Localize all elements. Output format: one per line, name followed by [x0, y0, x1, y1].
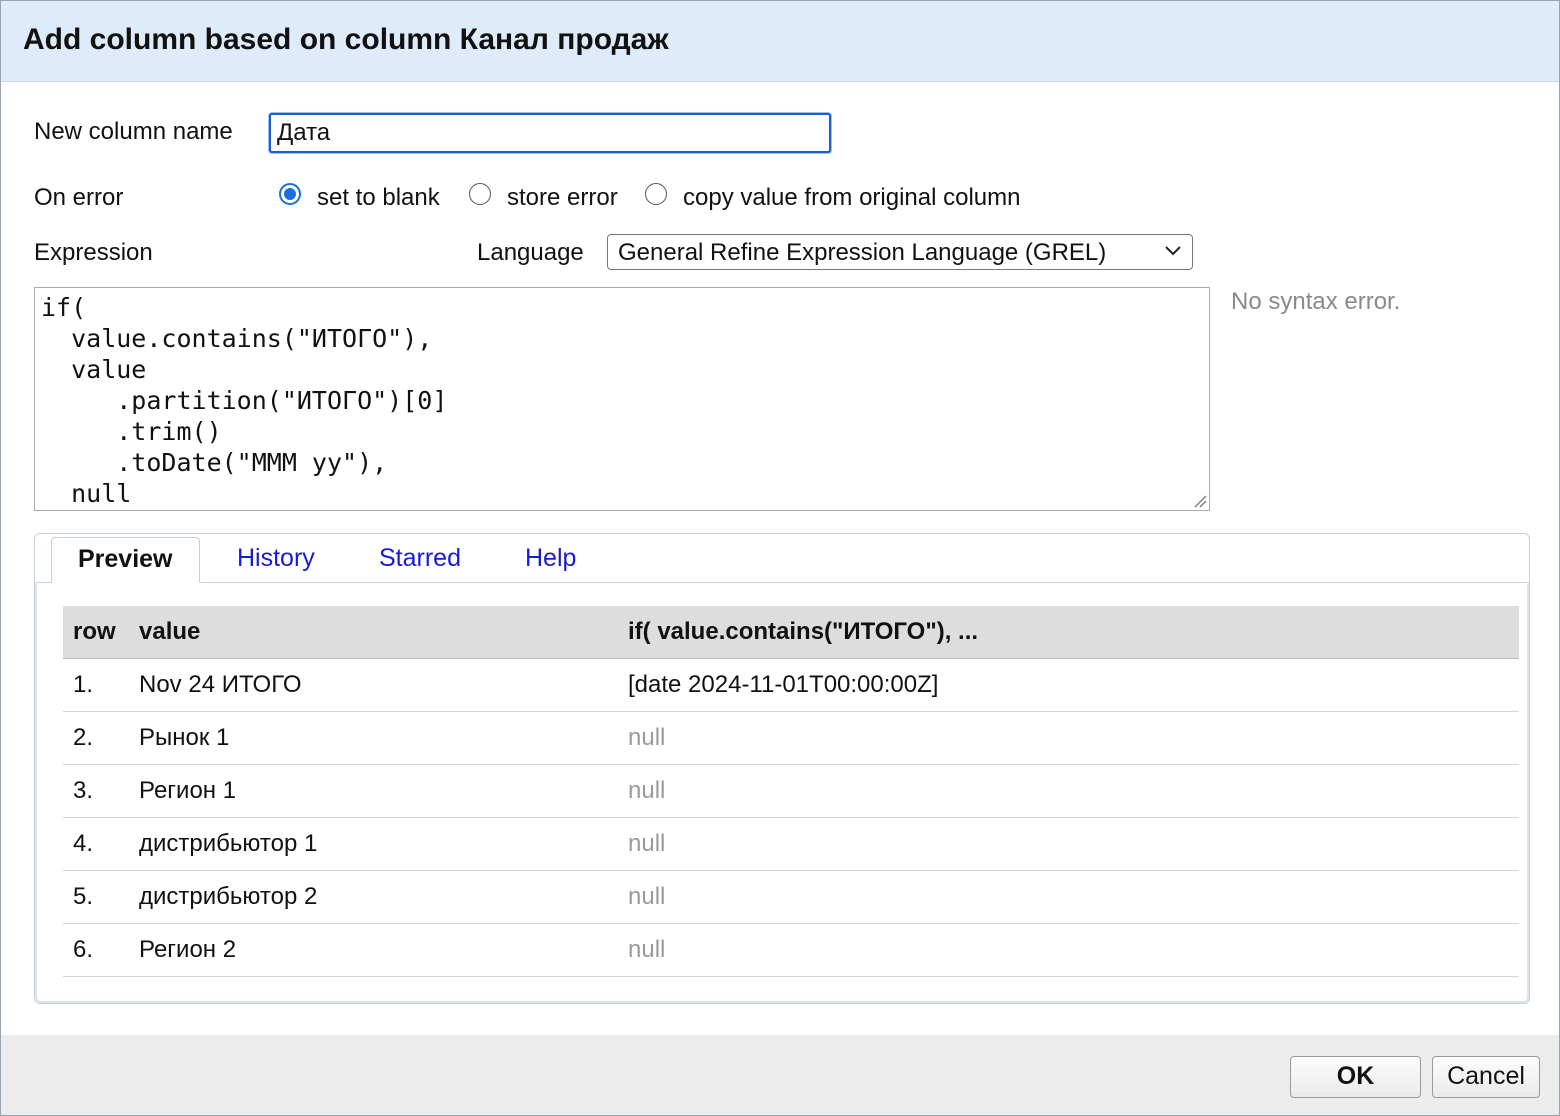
row-result: null: [618, 870, 1519, 924]
row-number: 2.: [63, 711, 129, 765]
tab-strip: Preview History Starred Help: [35, 534, 1529, 583]
expression-label: Expression: [34, 239, 153, 266]
preview-table: row value if( value.contains("ИТОГО"), .…: [63, 606, 1519, 977]
on-error-label: On error: [34, 184, 124, 211]
ok-button[interactable]: OK: [1290, 1056, 1421, 1098]
row-value: Регион 1: [129, 764, 618, 818]
resize-handle-icon[interactable]: [1191, 492, 1207, 508]
chevron-down-icon: [1165, 246, 1181, 256]
row-value: Рынок 1: [129, 711, 618, 765]
add-column-dialog: Add column based on column Канал продаж …: [0, 0, 1560, 1116]
language-select[interactable]: General Refine Expression Language (GREL…: [607, 234, 1193, 270]
table-row: 2. Рынок 1 null: [63, 711, 1519, 765]
new-column-name-input[interactable]: [269, 113, 831, 153]
preview-tab-body: row value if( value.contains("ИТОГО"), .…: [35, 582, 1529, 1003]
language-selected-value: General Refine Expression Language (GREL…: [618, 239, 1107, 266]
dialog-title-bar[interactable]: Add column based on column Канал продаж: [1, 1, 1559, 82]
expression-textarea[interactable]: if( value.contains("ИТОГО"), value .part…: [34, 287, 1210, 511]
row-result: null: [618, 711, 1519, 765]
column-header-value: value: [129, 606, 618, 659]
cancel-button[interactable]: Cancel: [1432, 1056, 1540, 1098]
on-error-set-to-blank-label[interactable]: set to blank: [317, 184, 440, 212]
on-error-copy-value-radio[interactable]: [645, 183, 667, 205]
expression-code: if( value.contains("ИТОГО"), value .part…: [41, 293, 448, 508]
row-result: null: [618, 764, 1519, 818]
table-row: 1. Nov 24 ИТОГО [date 2024-11-01T00:00:0…: [63, 658, 1519, 712]
row-value: дистрибьютор 1: [129, 817, 618, 871]
row-number: 1.: [63, 658, 129, 712]
row-value: Регион 2: [129, 923, 618, 977]
tab-history[interactable]: History: [237, 544, 315, 573]
tab-starred[interactable]: Starred: [379, 544, 461, 573]
table-header-row: row value if( value.contains("ИТОГО"), .…: [63, 606, 1519, 659]
table-row: 4. дистрибьютор 1 null: [63, 817, 1519, 871]
table-row: 5. дистрибьютор 2 null: [63, 870, 1519, 924]
dialog-footer: OK Cancel: [1, 1035, 1559, 1115]
row-value: Nov 24 ИТОГО: [129, 658, 618, 712]
on-error-copy-value-label[interactable]: copy value from original column: [683, 184, 1021, 212]
table-row: 3. Регион 1 null: [63, 764, 1519, 818]
row-number: 4.: [63, 817, 129, 871]
row-value: дистрибьютор 2: [129, 870, 618, 924]
row-number: 6.: [63, 923, 129, 977]
dialog-title: Add column based on column Канал продаж: [23, 23, 669, 56]
syntax-status: No syntax error.: [1231, 288, 1401, 315]
row-result: null: [618, 817, 1519, 871]
on-error-set-to-blank-radio[interactable]: [279, 183, 301, 205]
on-error-store-error-label[interactable]: store error: [507, 184, 618, 212]
row-number: 5.: [63, 870, 129, 924]
new-column-name-label: New column name: [34, 118, 233, 145]
preview-tabs-panel: Preview History Starred Help row value i…: [34, 533, 1530, 1004]
on-error-store-error-radio[interactable]: [469, 183, 491, 205]
row-result: null: [618, 923, 1519, 977]
table-row: 6. Регион 2 null: [63, 923, 1519, 977]
column-header-row: row: [63, 606, 129, 659]
tab-preview[interactable]: Preview: [51, 537, 200, 583]
tab-help[interactable]: Help: [525, 544, 576, 573]
row-result: [date 2024-11-01T00:00:00Z]: [618, 658, 1519, 712]
row-number: 3.: [63, 764, 129, 818]
language-label: Language: [477, 239, 584, 266]
column-header-expression: if( value.contains("ИТОГО"), ...: [618, 606, 1519, 659]
